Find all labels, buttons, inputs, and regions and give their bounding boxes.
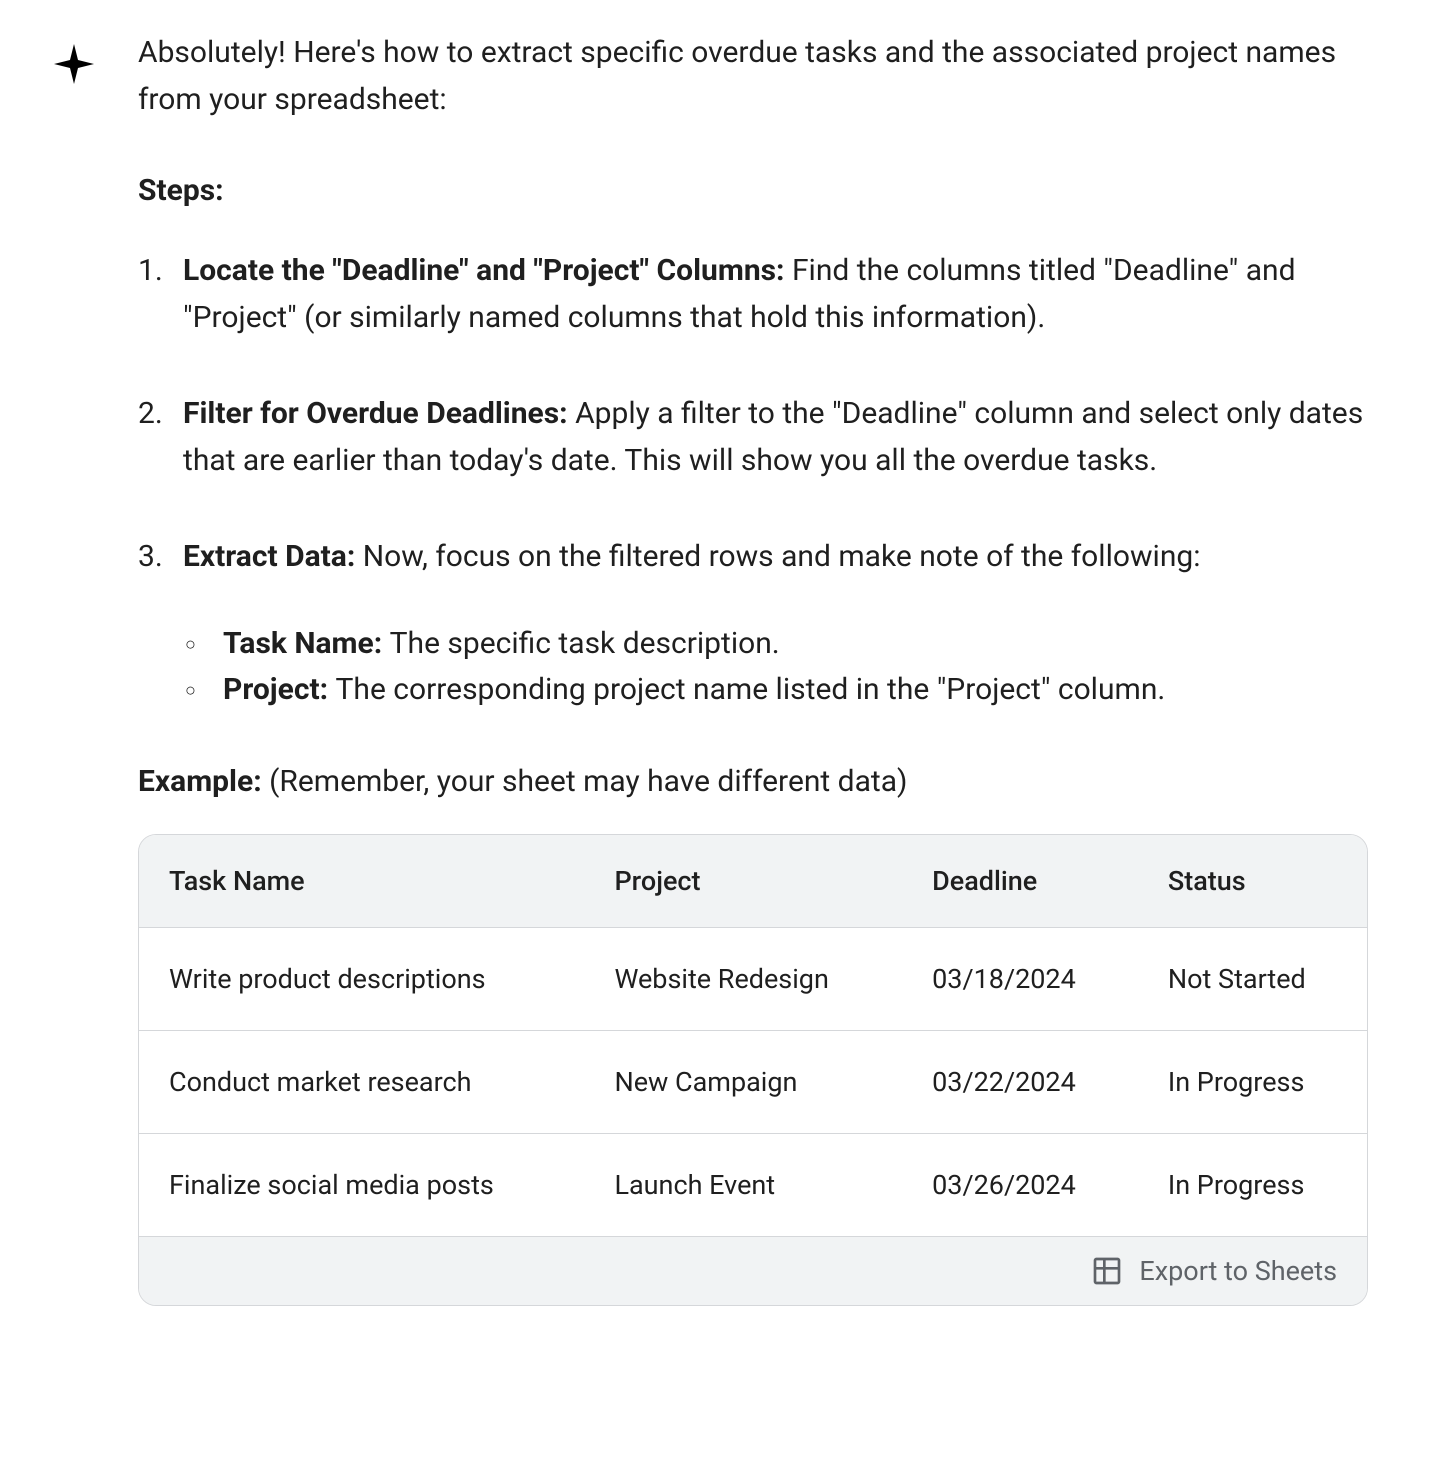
example-label: Example: xyxy=(138,764,269,799)
table-cell: New Campaign xyxy=(584,1030,902,1133)
table-cell: Launch Event xyxy=(584,1133,902,1236)
sub-item-body: The corresponding project name listed in… xyxy=(336,672,1166,707)
step-item: Extract Data: Now, focus on the filtered… xyxy=(178,534,1368,714)
step-item: Filter for Overdue Deadlines: Apply a fi… xyxy=(178,391,1368,484)
steps-list: Locate the "Deadline" and "Project" Colu… xyxy=(178,248,1368,714)
example-note: (Remember, your sheet may have different… xyxy=(269,764,907,799)
table-row: Write product descriptions Website Redes… xyxy=(139,927,1367,1030)
table-header: Task Name xyxy=(139,835,584,928)
sub-item-body: The specific task description. xyxy=(390,626,780,661)
table-cell: 03/26/2024 xyxy=(902,1133,1138,1236)
step-body: Now, focus on the filtered rows and make… xyxy=(363,539,1201,574)
table-cell: 03/18/2024 xyxy=(902,927,1138,1030)
sub-item-title: Task Name: xyxy=(223,626,390,661)
table-footer: Export to Sheets xyxy=(139,1237,1367,1305)
sub-item: Project: The corresponding project name … xyxy=(213,667,1368,714)
step-item: Locate the "Deadline" and "Project" Colu… xyxy=(178,248,1368,341)
table-row: Conduct market research New Campaign 03/… xyxy=(139,1030,1367,1133)
table-header: Deadline xyxy=(902,835,1138,928)
table-header: Status xyxy=(1138,835,1367,928)
sub-item: Task Name: The specific task description… xyxy=(213,621,1368,668)
table-cell: 03/22/2024 xyxy=(902,1030,1138,1133)
table-cell: Finalize social media posts xyxy=(139,1133,584,1236)
sheets-icon xyxy=(1091,1255,1123,1287)
export-to-sheets-button[interactable]: Export to Sheets xyxy=(1139,1255,1337,1287)
example-line: Example: (Remember, your sheet may have … xyxy=(138,764,1368,799)
table-cell: Website Redesign xyxy=(584,927,902,1030)
table-cell: Conduct market research xyxy=(139,1030,584,1133)
sparkle-icon xyxy=(50,40,98,88)
intro-text: Absolutely! Here's how to extract specif… xyxy=(138,30,1368,123)
step-title: Filter for Overdue Deadlines: xyxy=(183,396,575,431)
table-row: Finalize social media posts Launch Event… xyxy=(139,1133,1367,1236)
table-header-row: Task Name Project Deadline Status xyxy=(139,835,1367,928)
sub-item-title: Project: xyxy=(223,672,336,707)
steps-heading: Steps: xyxy=(138,173,1368,208)
step-title: Extract Data: xyxy=(183,539,363,574)
table-cell: In Progress xyxy=(1138,1133,1367,1236)
sub-list: Task Name: The specific task description… xyxy=(213,621,1368,714)
table-cell: In Progress xyxy=(1138,1030,1367,1133)
table-cell: Write product descriptions xyxy=(139,927,584,1030)
table-cell: Not Started xyxy=(1138,927,1367,1030)
step-title: Locate the "Deadline" and "Project" Colu… xyxy=(183,253,792,288)
example-table: Task Name Project Deadline Status Write … xyxy=(138,834,1368,1306)
response-content: Absolutely! Here's how to extract specif… xyxy=(138,30,1368,1306)
table-header: Project xyxy=(584,835,902,928)
